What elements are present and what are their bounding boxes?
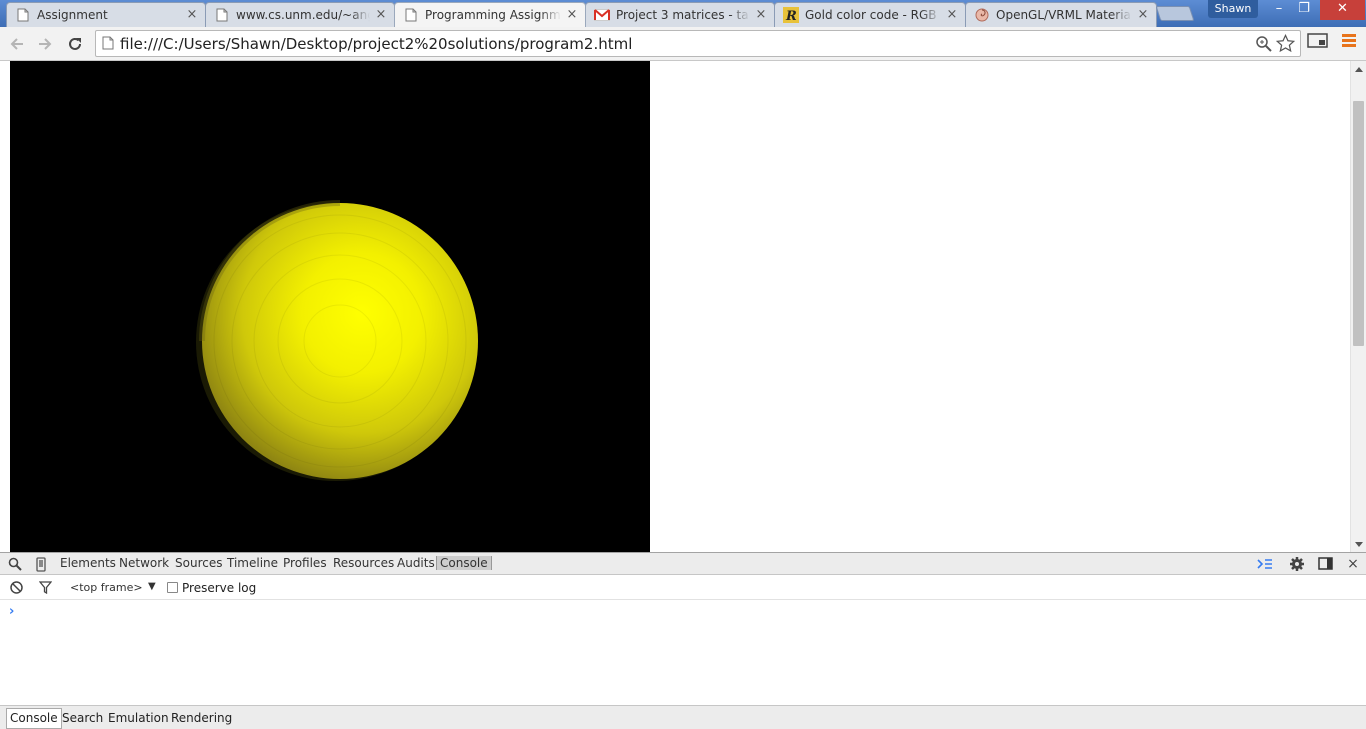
scroll-down-icon[interactable] xyxy=(1355,542,1363,547)
devtools-tab-audits[interactable]: Audits xyxy=(397,556,435,570)
window-close-button[interactable]: ✕ xyxy=(1320,0,1365,20)
scroll-thumb[interactable] xyxy=(1353,101,1364,346)
filter-icon[interactable] xyxy=(37,579,53,595)
tab-title: Project 3 matrices - taleb xyxy=(616,8,750,22)
devtools-tab-elements[interactable]: Elements xyxy=(60,556,116,570)
tab-assignment[interactable]: Assignment × xyxy=(6,2,206,27)
cast-icon[interactable] xyxy=(1307,33,1328,52)
devtools-tab-timeline[interactable]: Timeline xyxy=(227,556,278,570)
page-icon xyxy=(102,36,114,53)
inspect-search-icon[interactable] xyxy=(7,556,23,572)
tab-title: Assignment xyxy=(37,8,108,22)
drawer-tab-bar: Console Search Emulation Rendering xyxy=(0,705,1366,729)
devtools-tab-resources[interactable]: Resources xyxy=(333,556,394,570)
new-tab-button[interactable] xyxy=(1155,6,1195,21)
shaded-sphere-icon xyxy=(196,200,478,481)
preserve-log-label: Preserve log xyxy=(182,581,257,595)
devtools-tab-console[interactable]: Console xyxy=(436,556,492,570)
address-bar[interactable]: file:///C:/Users/Shawn/Desktop/project2%… xyxy=(95,30,1301,57)
profile-button[interactable]: Shawn xyxy=(1208,0,1258,18)
show-drawer-icon[interactable] xyxy=(1257,556,1273,572)
page-viewport xyxy=(0,61,1350,552)
close-icon[interactable]: × xyxy=(754,8,768,22)
browser-toolbar: file:///C:/Users/Shawn/Desktop/project2%… xyxy=(0,27,1366,61)
forward-arrow-icon xyxy=(39,38,52,50)
devtools-panel: Elements Network Sources Timeline Profil… xyxy=(0,552,1366,729)
swirl-icon xyxy=(974,7,990,23)
menu-hamburger-icon[interactable] xyxy=(1342,34,1356,50)
url-text[interactable]: file:///C:/Users/Shawn/Desktop/project2%… xyxy=(120,35,632,53)
close-icon[interactable]: × xyxy=(374,8,388,22)
devtools-tab-sources[interactable]: Sources xyxy=(175,556,222,570)
frame-selector[interactable]: <top frame> xyxy=(70,581,143,594)
drawer-tab-search[interactable]: Search xyxy=(62,711,103,725)
preserve-log-checkbox[interactable] xyxy=(167,582,178,593)
zoom-icon[interactable] xyxy=(1255,35,1272,55)
settings-gear-icon[interactable] xyxy=(1289,556,1305,572)
console-toolbar: <top frame> ▼ Preserve log xyxy=(0,575,1366,600)
page-icon xyxy=(214,7,230,23)
r-logo-icon: R xyxy=(783,7,799,23)
close-icon[interactable]: × xyxy=(565,8,579,22)
drawer-tab-rendering[interactable]: Rendering xyxy=(171,711,232,725)
devtools-tab-bar: Elements Network Sources Timeline Profil… xyxy=(0,553,1366,575)
reload-button[interactable] xyxy=(62,31,88,57)
tab-programming-assignment[interactable]: Programming Assignment × xyxy=(394,2,586,27)
tab-gmail-project[interactable]: Project 3 matrices - taleb × xyxy=(585,2,775,27)
drawer-tab-console[interactable]: Console xyxy=(6,708,62,729)
device-mode-icon[interactable] xyxy=(33,556,49,572)
webgl-canvas[interactable] xyxy=(10,61,650,552)
clear-console-icon[interactable] xyxy=(8,579,24,595)
dock-side-icon[interactable] xyxy=(1318,556,1334,572)
tab-title: OpenGL/VRML Materials xyxy=(996,8,1132,22)
devtools-close-icon[interactable]: × xyxy=(1345,556,1361,572)
tab-gold-color[interactable]: R Gold color code - RGB go × xyxy=(774,2,966,27)
tab-strip: Assignment × www.cs.unm.edu/~angel/ × Pr… xyxy=(0,0,1366,27)
scroll-up-icon[interactable] xyxy=(1355,67,1363,72)
tab-title: Gold color code - RGB go xyxy=(805,8,941,22)
gmail-icon xyxy=(594,7,610,23)
bookmark-star-icon[interactable] xyxy=(1275,33,1296,56)
forward-button[interactable] xyxy=(32,31,58,57)
drawer-tab-emulation[interactable]: Emulation xyxy=(108,711,169,725)
close-icon[interactable]: × xyxy=(185,8,199,22)
devtools-tab-profiles[interactable]: Profiles xyxy=(283,556,327,570)
close-icon[interactable]: × xyxy=(1136,8,1150,22)
devtools-tab-network[interactable]: Network xyxy=(119,556,169,570)
tab-opengl-materials[interactable]: OpenGL/VRML Materials × xyxy=(965,2,1157,27)
close-icon[interactable]: × xyxy=(945,8,959,22)
maximize-button[interactable]: ❐ xyxy=(1291,0,1317,20)
page-icon xyxy=(403,7,419,23)
vertical-scrollbar[interactable] xyxy=(1350,61,1366,552)
svg-text:R: R xyxy=(785,9,797,23)
back-button[interactable] xyxy=(4,31,30,57)
reload-icon xyxy=(69,37,81,50)
tab-title: Programming Assignment xyxy=(425,8,561,22)
console-prompt[interactable]: › xyxy=(9,604,14,619)
back-arrow-icon xyxy=(10,38,23,50)
tab-angel[interactable]: www.cs.unm.edu/~angel/ × xyxy=(205,2,395,27)
minimize-button[interactable]: – xyxy=(1266,0,1292,20)
dropdown-arrow-icon[interactable]: ▼ xyxy=(148,581,156,592)
page-icon xyxy=(15,7,31,23)
tab-title: www.cs.unm.edu/~angel/ xyxy=(236,8,370,22)
